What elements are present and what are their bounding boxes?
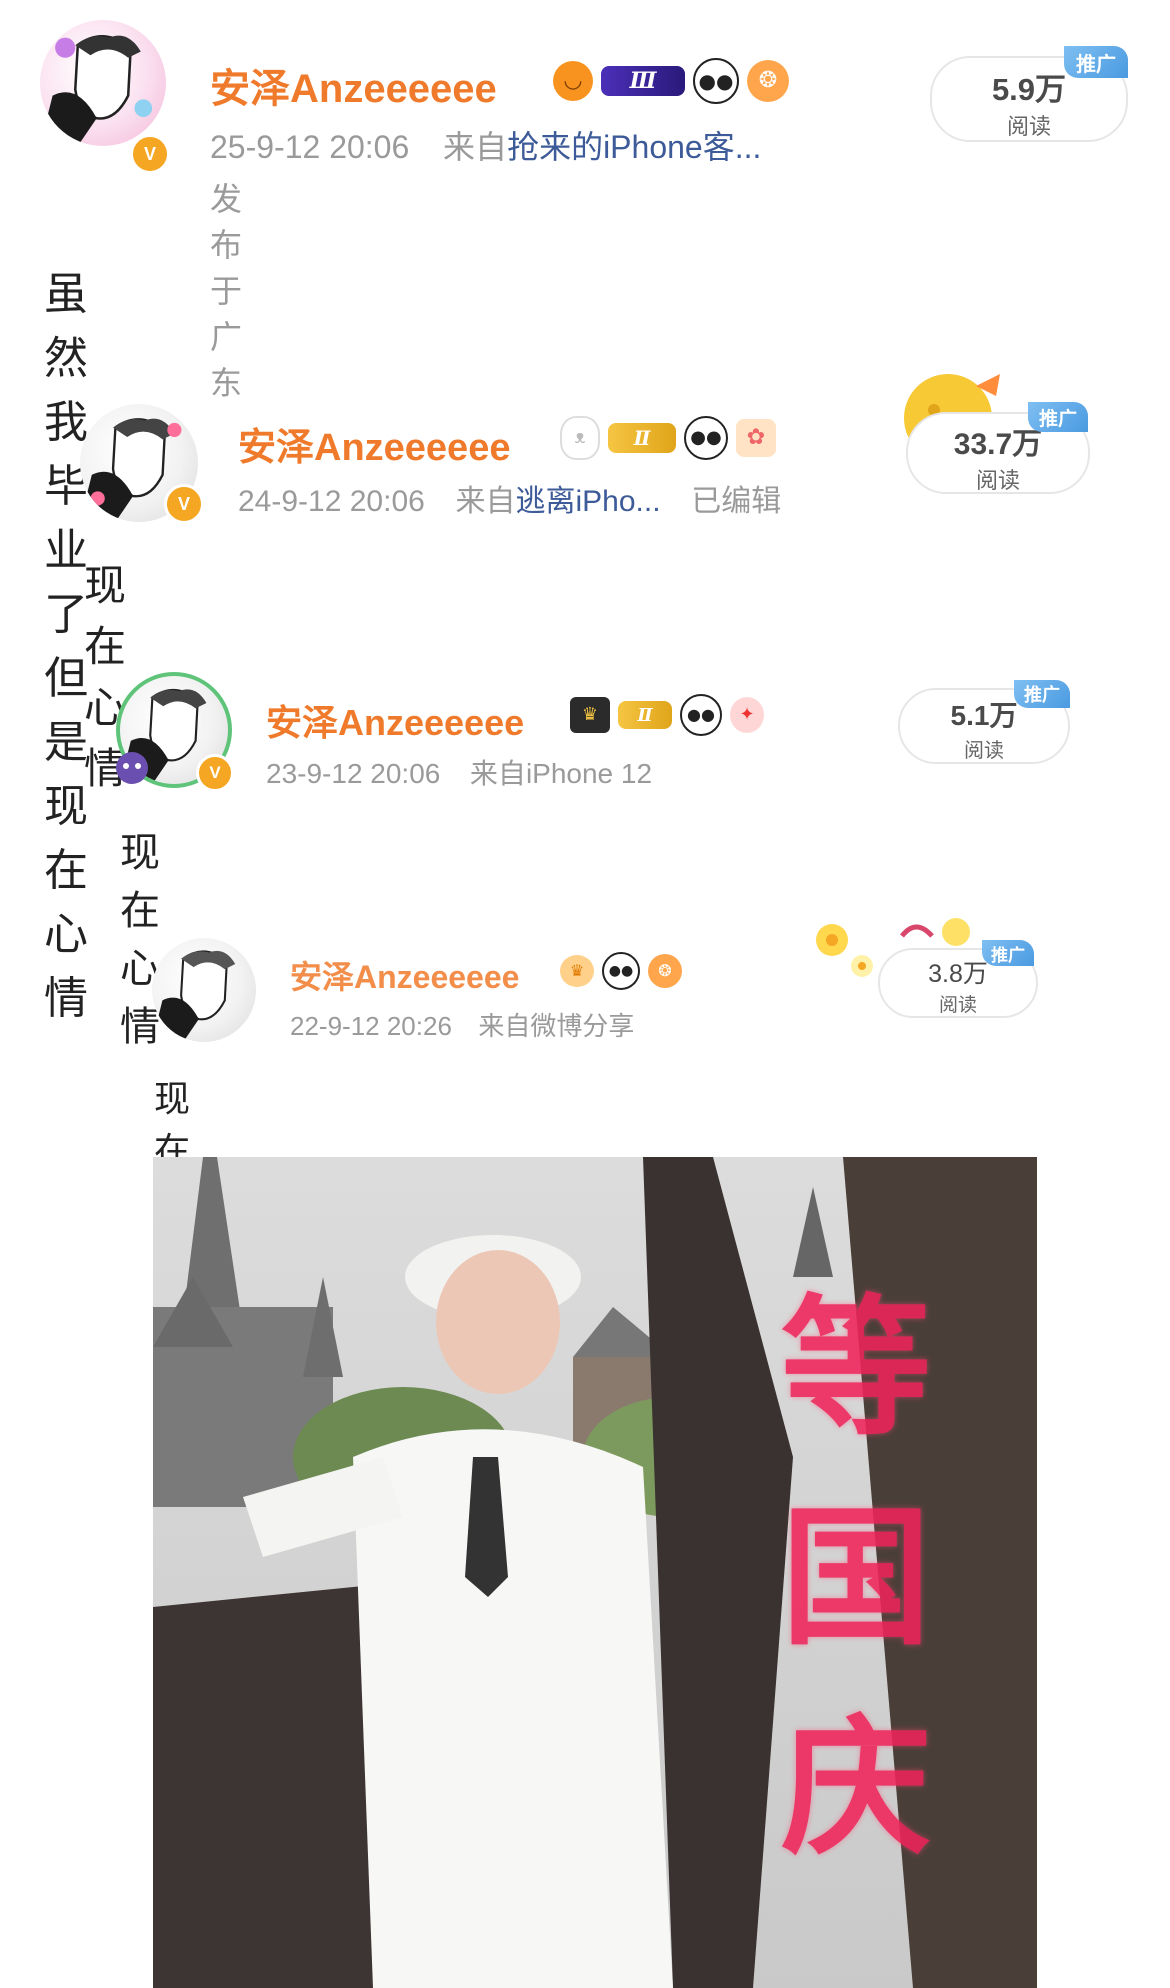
- user-badges: ♛ ●● ❂: [560, 952, 690, 990]
- avatar[interactable]: [152, 938, 256, 1042]
- promote-tag[interactable]: 推广: [1014, 680, 1070, 708]
- gift-icon: ✿: [736, 419, 776, 457]
- user-badges: ♛ Ⅱ ●● ✦: [570, 694, 772, 736]
- level-badge: Ⅲ: [601, 66, 685, 96]
- username[interactable]: 安泽Anzeeeeee: [210, 56, 497, 114]
- post-datetime: 22-9-12 20:26: [290, 1011, 452, 1041]
- overlay-text-3: 庆: [781, 1700, 932, 1876]
- avatar[interactable]: [40, 20, 166, 146]
- fish-icon: ❂: [648, 954, 682, 988]
- verified-badge-icon: V: [196, 754, 234, 792]
- level-badge: Ⅱ: [608, 423, 676, 453]
- read-label: 阅读: [938, 994, 977, 1016]
- source-link[interactable]: iPhone 12: [526, 758, 652, 789]
- read-label: 阅读: [1006, 115, 1051, 140]
- username[interactable]: 安泽Anzeeeeee: [290, 952, 519, 998]
- post-datetime: 25-9-12 20:06: [210, 129, 410, 165]
- overlay-text-1: 等: [781, 1280, 932, 1456]
- post-meta: 25-9-12 20:06 来自抢来的iPhone客...: [210, 122, 761, 168]
- post-meta: 23-9-12 20:06 来自iPhone 12: [266, 752, 652, 792]
- read-label: 阅读: [964, 738, 1004, 762]
- edited-label: 已编辑: [691, 485, 782, 518]
- username[interactable]: 安泽Anzeeeeee: [238, 416, 510, 471]
- overlay-text-2: 国: [781, 1490, 932, 1666]
- user-badges: ◡ Ⅲ ●● ❂: [553, 58, 797, 104]
- source-prefix: 来自: [443, 129, 508, 165]
- level-badge: Ⅱ: [618, 701, 672, 729]
- panda-icon: ●●: [684, 416, 728, 460]
- source-prefix: 来自: [455, 485, 516, 518]
- user-badges: ᴥ Ⅱ ●● ✿: [560, 416, 784, 460]
- panda-icon: ●●: [602, 952, 640, 990]
- post-image[interactable]: 等 国 庆: [153, 1157, 1037, 1988]
- post-datetime: 23-9-12 20:06: [266, 758, 441, 789]
- rabbit-icon: ᴥ: [560, 416, 600, 460]
- source-link[interactable]: 抢来的iPhone客...: [507, 129, 761, 165]
- crown-icon: ♛: [560, 955, 594, 987]
- verified-badge-icon: V: [130, 134, 170, 174]
- panda-icon: ●●: [693, 58, 739, 104]
- promote-tag[interactable]: 推广: [982, 940, 1034, 966]
- read-label: 阅读: [975, 469, 1020, 494]
- post-text: 现在心情: [120, 830, 160, 1050]
- promote-tag[interactable]: 推广: [1028, 402, 1088, 432]
- fish-icon: ❂: [747, 60, 789, 102]
- post-meta: 24-9-12 20:06 来自逃离iPho... 已编辑: [238, 476, 781, 520]
- post-datetime: 24-9-12 20:06: [238, 485, 425, 518]
- username[interactable]: 安泽Anzeeeeee: [266, 694, 524, 746]
- cartoon-icon: ✦: [730, 697, 764, 733]
- panda-icon: ●●: [680, 694, 722, 736]
- verified-badge-icon: V: [164, 484, 204, 524]
- post-meta: 22-9-12 20:26 来自微博分享: [290, 1006, 634, 1043]
- promote-tag[interactable]: 推广: [1064, 46, 1128, 78]
- source-prefix: 来自: [478, 1011, 531, 1041]
- post-location: 发布于 广东: [210, 181, 243, 401]
- demon-decoration-icon: [112, 744, 152, 792]
- source-link[interactable]: 微博分享: [530, 1011, 634, 1041]
- pumpkin-icon: ◡: [553, 61, 593, 101]
- post-text: 虽然我毕业了但是现在心情: [44, 269, 88, 1024]
- source-prefix: 来自: [469, 758, 526, 789]
- source-link[interactable]: 逃离iPho...: [516, 485, 661, 518]
- crown-icon: ♛: [570, 697, 610, 733]
